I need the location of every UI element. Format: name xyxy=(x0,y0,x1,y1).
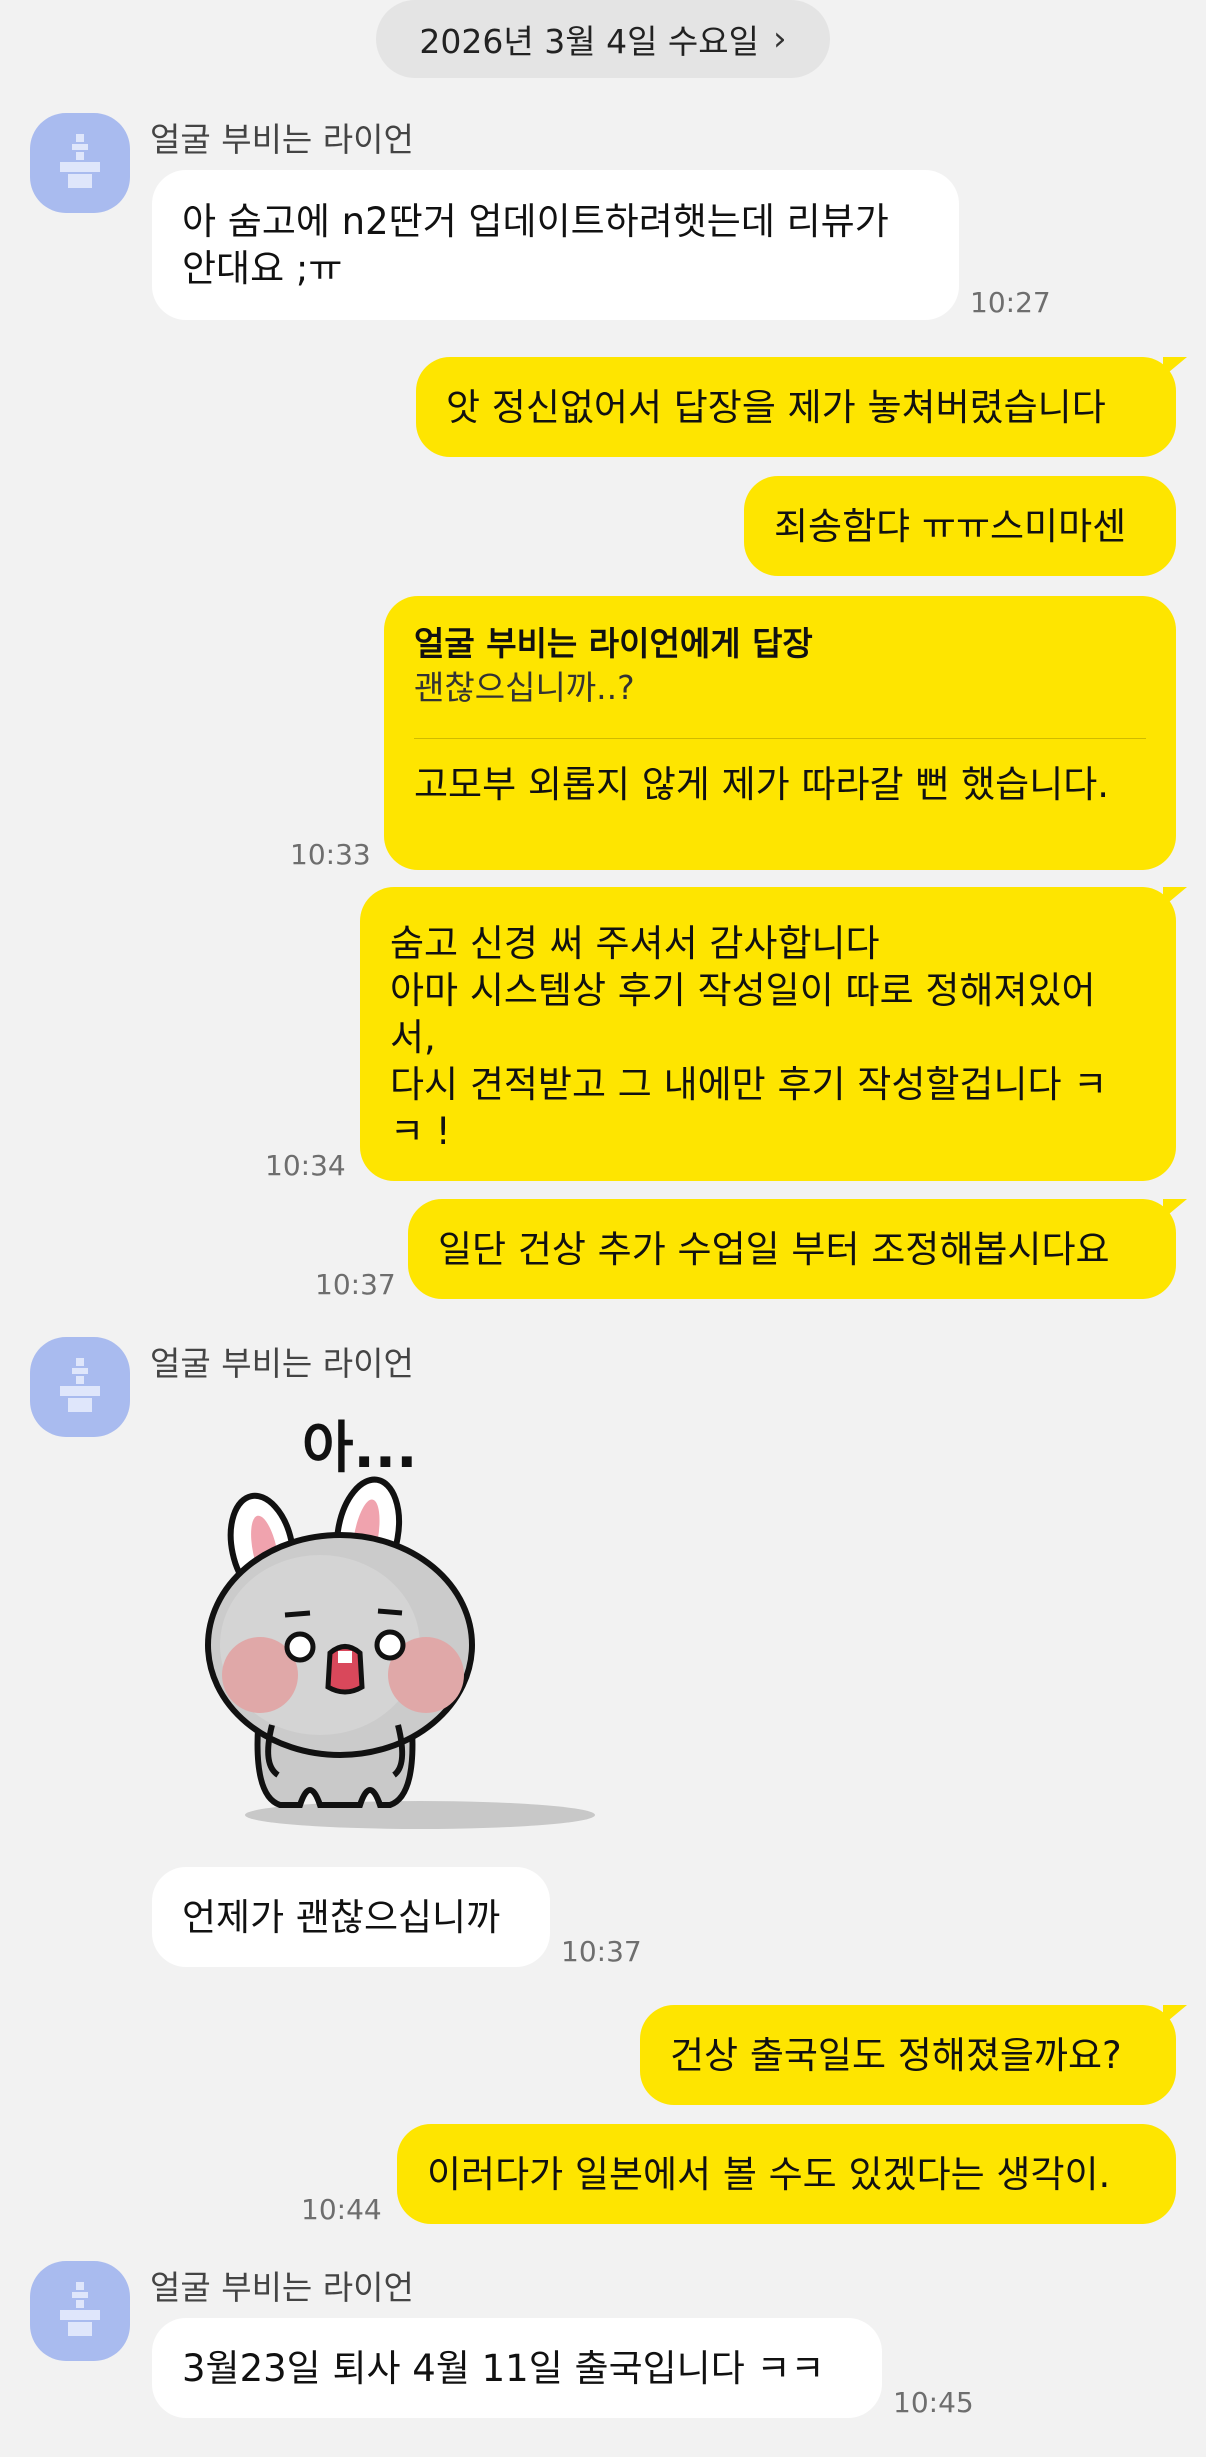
message-text: 언제가 괜찮으십니까 xyxy=(182,1895,501,1939)
message-text: 죄송함댜 ㅠㅠ스미마센 xyxy=(774,504,1127,548)
message-text: 고모부 외롭지 않게 제가 따라갈 뻔 했습니다. xyxy=(414,763,1110,806)
avatar[interactable] xyxy=(30,2261,130,2361)
reply-header: 얼굴 부비는 라이언에게 답장 xyxy=(414,624,813,663)
default-profile-icon xyxy=(60,1358,100,1412)
message-text: 3월23일 퇴사 4월 11일 출국입니다 ㅋㅋ xyxy=(182,2346,825,2390)
message-time: 10:27 xyxy=(970,286,1051,319)
bubble-tail xyxy=(1163,1199,1187,1219)
message-bubble-outgoing[interactable]: 앗 정신없어서 답장을 제가 놓쳐버렸습니다 xyxy=(416,357,1176,457)
message-bubble-incoming[interactable]: 3월23일 퇴사 4월 11일 출국입니다 ㅋㅋ xyxy=(152,2318,882,2418)
message-time: 10:37 xyxy=(315,1268,396,1301)
message-bubble-incoming[interactable]: 언제가 괜찮으십니까 xyxy=(152,1867,550,1967)
avatar[interactable] xyxy=(30,113,130,213)
message-text: 아 숨고에 n2딴거 업데이트하려햇는데 리뷰가 안대요 ;ㅠ xyxy=(182,200,889,290)
bubble-tail xyxy=(1163,357,1187,377)
message-bubble-outgoing[interactable]: 이러다가 일본에서 볼 수도 있겠다는 생각이. xyxy=(397,2124,1176,2224)
message-bubble-outgoing[interactable]: 일단 건상 추가 수업일 부터 조정해봅시다요 xyxy=(408,1199,1176,1299)
sticker-text: 아... xyxy=(302,1416,418,1481)
sender-name: 얼굴 부비는 라이언 xyxy=(150,1344,414,1383)
message-time: 10:44 xyxy=(301,2193,382,2226)
message-time: 10:37 xyxy=(561,1935,642,1968)
sender-name: 얼굴 부비는 라이언 xyxy=(150,2268,414,2307)
reply-message-bubble[interactable]: 얼굴 부비는 라이언에게 답장 괜찮으십니까..? 고모부 외롭지 않게 제가 … xyxy=(384,596,1176,870)
message-text: 숨고 신경 써 주셔서 감사합니다 아마 시스템상 후기 작성일이 따로 정해져… xyxy=(390,921,1108,1153)
default-profile-icon xyxy=(60,2282,100,2336)
message-bubble-outgoing[interactable]: 건상 출국일도 정해졌을까요? xyxy=(640,2005,1176,2105)
sender-name: 얼굴 부비는 라이언 xyxy=(150,120,414,159)
date-header[interactable]: 2026년 3월 4일 수요일 › xyxy=(376,0,830,78)
message-time: 10:34 xyxy=(265,1149,346,1182)
message-bubble-outgoing[interactable]: 죄송함댜 ㅠㅠ스미마센 xyxy=(744,476,1176,576)
bubble-tail xyxy=(1163,887,1187,907)
message-bubble-incoming[interactable]: 아 숨고에 n2딴거 업데이트하려햇는데 리뷰가 안대요 ;ㅠ xyxy=(152,170,959,320)
message-bubble-outgoing[interactable]: 숨고 신경 써 주셔서 감사합니다 아마 시스템상 후기 작성일이 따로 정해져… xyxy=(360,887,1176,1181)
rabbit-icon xyxy=(205,1476,595,1829)
message-time: 10:33 xyxy=(290,838,371,871)
message-time: 10:45 xyxy=(893,2386,974,2419)
reply-divider xyxy=(414,738,1146,739)
bubble-tail xyxy=(1163,2005,1187,2025)
message-text: 일단 건상 추가 수업일 부터 조정해봅시다요 xyxy=(438,1227,1110,1271)
avatar[interactable] xyxy=(30,1337,130,1437)
default-profile-icon xyxy=(60,134,100,188)
reply-quote: 괜찮으십니까..? xyxy=(414,668,635,707)
date-label: 2026년 3월 4일 수요일 xyxy=(419,22,759,61)
chevron-right-icon: › xyxy=(773,19,787,59)
message-text: 이러다가 일본에서 볼 수도 있겠다는 생각이. xyxy=(427,2152,1111,2196)
message-text: 건상 출국일도 정해졌을까요? xyxy=(670,2033,1122,2077)
rabbit-sticker[interactable]: 아... xyxy=(190,1395,610,1855)
message-text: 앗 정신없어서 답장을 제가 놓쳐버렸습니다 xyxy=(446,385,1106,429)
